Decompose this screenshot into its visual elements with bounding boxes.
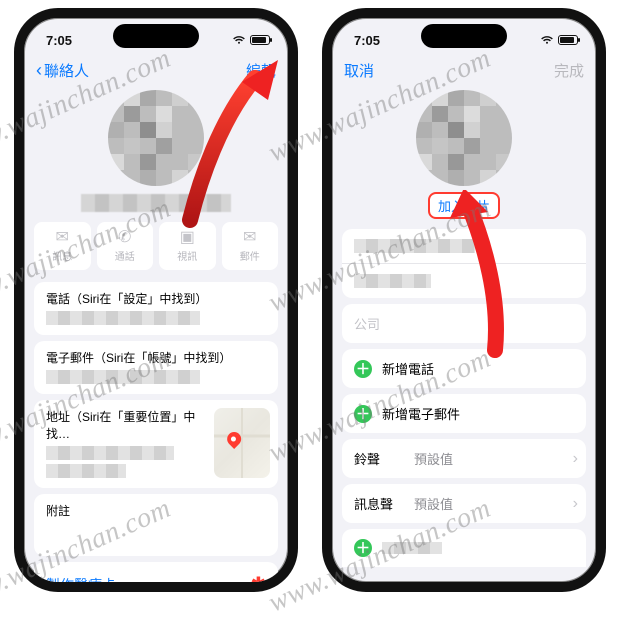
medical-star-icon: ✱: [251, 574, 266, 582]
chevron-right-icon: ›: [573, 495, 578, 513]
notes-card[interactable]: 附註: [34, 494, 278, 556]
last-name-field[interactable]: [342, 229, 586, 264]
video-icon: ▣: [180, 230, 195, 246]
mail-icon: ✉: [243, 230, 256, 246]
email-value: [46, 370, 200, 384]
add-photo-button[interactable]: 加入照片: [428, 192, 500, 219]
ringtone-value: 預設值: [414, 449, 453, 468]
back-button[interactable]: ‹ 聯絡人: [36, 60, 89, 81]
battery-icon: [558, 35, 578, 45]
map-pin-icon: [224, 430, 244, 450]
add-more-row[interactable]: ＋: [342, 529, 586, 567]
video-label: 視訊: [177, 248, 197, 263]
ringtone-row[interactable]: 鈴聲 預設值 ›: [342, 439, 586, 478]
phone-card[interactable]: 電話（Siri在「設定」中找到）: [34, 282, 278, 335]
add-email-row[interactable]: ＋ 新增電子郵件: [342, 394, 586, 433]
add-phone-row[interactable]: ＋ 新增電話: [342, 349, 586, 388]
add-phone-label: 新增電話: [382, 359, 434, 378]
avatar[interactable]: [108, 90, 204, 186]
ringtone-label: 鈴聲: [354, 449, 402, 468]
back-label: 聯絡人: [44, 60, 89, 81]
map-thumbnail[interactable]: [214, 408, 270, 478]
texttone-row[interactable]: 訊息聲 預設值 ›: [342, 484, 586, 523]
plus-icon: ＋: [354, 360, 372, 378]
address-card[interactable]: 地址（Siri在「重要位置」中找…: [34, 400, 278, 488]
action-row: ✉︎ 訊息 ✆ 通話 ▣ 視訊 ✉ 郵件: [24, 212, 288, 276]
phone-edit-contact: 7:05 取消 完成 加入照片: [322, 8, 606, 592]
address-value-2: [46, 464, 126, 478]
add-more-label: [382, 542, 442, 554]
edit-content: 加入照片 公司 ＋ 新增電話 ＋ 新增電子郵件 鈴聲: [332, 86, 596, 582]
message-icon: ✉︎: [56, 230, 69, 246]
video-button[interactable]: ▣ 視訊: [159, 222, 216, 270]
company-field[interactable]: 公司: [342, 304, 586, 343]
battery-icon: [250, 35, 270, 45]
first-name-field[interactable]: [342, 264, 586, 298]
status-time: 7:05: [354, 33, 380, 48]
cancel-label: 取消: [344, 60, 374, 81]
wifi-icon: [540, 35, 554, 45]
mail-label: 郵件: [240, 248, 260, 263]
email-card[interactable]: 電子郵件（Siri在「帳號」中找到）: [34, 341, 278, 394]
status-time: 7:05: [46, 33, 72, 48]
dynamic-island: [113, 24, 199, 48]
cancel-button[interactable]: 取消: [344, 60, 374, 81]
done-button[interactable]: 完成: [554, 60, 584, 81]
chevron-left-icon: ‹: [36, 61, 42, 79]
nav-bar: ‹ 聯絡人 編輯: [24, 54, 288, 86]
dynamic-island: [421, 24, 507, 48]
message-button[interactable]: ✉︎ 訊息: [34, 222, 91, 270]
texttone-value: 預設值: [414, 494, 453, 513]
notes-label: 附註: [46, 502, 266, 519]
medical-card-label: 製作醫療卡: [46, 575, 116, 583]
avatar[interactable]: [416, 90, 512, 186]
phone-icon: ✆: [118, 230, 131, 246]
nav-bar: 取消 完成: [332, 54, 596, 86]
wifi-icon: [232, 35, 246, 45]
plus-icon: ＋: [354, 539, 372, 557]
message-label: 訊息: [52, 248, 72, 263]
phone-value: [46, 311, 200, 325]
add-email-label: 新增電子郵件: [382, 404, 460, 423]
phone-view-contact: 7:05 ‹ 聯絡人 編輯: [14, 8, 298, 592]
mail-button[interactable]: ✉ 郵件: [222, 222, 279, 270]
texttone-label: 訊息聲: [354, 494, 402, 513]
medical-card-button[interactable]: 製作醫療卡 ✱: [34, 562, 278, 582]
name-fields: [342, 229, 586, 298]
phone-card-label: 電話（Siri在「設定」中找到）: [46, 290, 266, 307]
contact-name: [81, 194, 231, 212]
email-card-label: 電子郵件（Siri在「帳號」中找到）: [46, 349, 266, 366]
call-button[interactable]: ✆ 通話: [97, 222, 154, 270]
chevron-right-icon: ›: [573, 450, 578, 468]
edit-button[interactable]: 編輯: [246, 60, 276, 81]
address-card-label: 地址（Siri在「重要位置」中找…: [46, 408, 206, 442]
address-value: [46, 446, 174, 460]
call-label: 通話: [115, 248, 135, 263]
contact-content: ✉︎ 訊息 ✆ 通話 ▣ 視訊 ✉ 郵件 電話（Siri在「設定」中找到）: [24, 86, 288, 582]
plus-icon: ＋: [354, 405, 372, 423]
